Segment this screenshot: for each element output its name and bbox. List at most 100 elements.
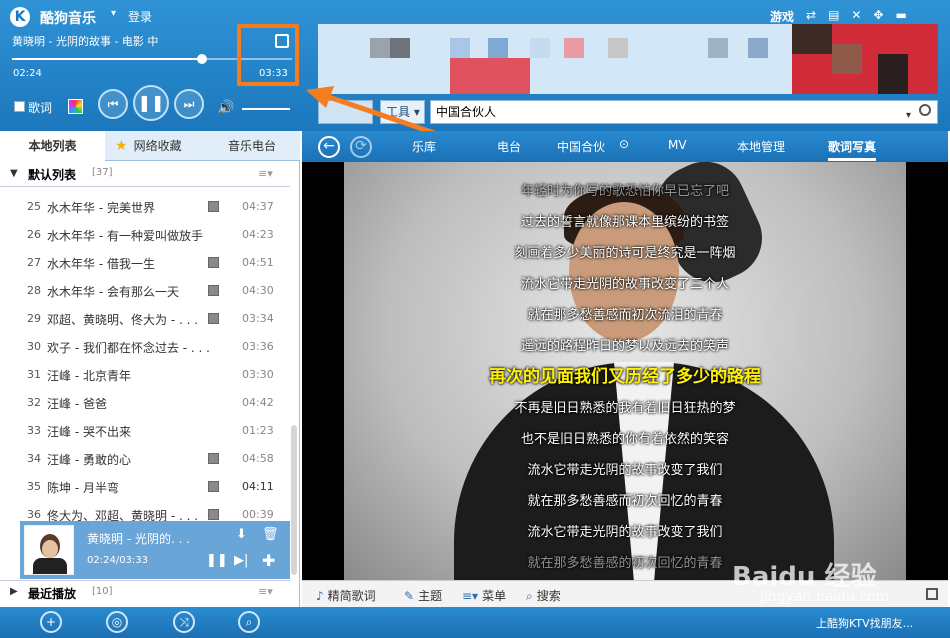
song-row[interactable]: 26 水木年华 - 有一种爱叫做放手 04:23 (0, 221, 290, 249)
recent-list-name: 最近播放 (28, 587, 77, 601)
add-songs-icon[interactable]: + (40, 611, 62, 633)
nav-tab[interactable]: 本地管理 (737, 138, 785, 155)
song-row[interactable]: 31 汪峰 - 北京青年 03:30 (0, 361, 290, 389)
search-input[interactable]: 中国合伙人 ▾ (430, 100, 938, 124)
lyric-search-button[interactable]: ⌕ 搜索 (526, 587, 561, 604)
song-row[interactable]: 34 汪峰 - 勇敢的心 04:58 (0, 445, 290, 473)
now-playing-card[interactable]: 黄晓明 - 光阴的. . . 02:24/03:33 ⬇ 🗑 ❚❚ ▶| ✚ (20, 521, 290, 579)
song-row[interactable]: 30 欢子 - 我们都在怀念过去 - . . . 03:36 (0, 333, 290, 361)
menu-caret-icon[interactable]: ▾ (111, 8, 116, 19)
expand-triangle-icon[interactable]: ▶ (10, 586, 18, 597)
mv-icon[interactable] (208, 257, 219, 268)
nav-tab[interactable]: 电台 (497, 138, 521, 155)
mv-icon[interactable] (208, 453, 219, 464)
mv-icon[interactable] (208, 201, 219, 212)
close-icon[interactable]: ✕ (851, 8, 861, 25)
default-list-name: 默认列表 (28, 168, 77, 182)
next-small-icon[interactable]: ▶| (234, 553, 248, 568)
tab-web-favorites[interactable]: ★ 网络收藏 (115, 131, 182, 161)
song-title: 邓超、黄晓明、佟大为 - . . . (47, 313, 199, 327)
download-icon[interactable]: ⬇ (236, 527, 247, 542)
mv-icon[interactable] (208, 481, 219, 492)
dropdown-circle-icon[interactable]: ⊙ (619, 137, 629, 151)
song-duration: 04:23 (242, 228, 274, 241)
pause-button[interactable]: ❚❚ (133, 85, 169, 121)
song-duration: 00:39 (242, 508, 274, 521)
list-menu-icon[interactable]: ≡▾ (258, 167, 273, 180)
tab-local-list[interactable]: 本地列表 (0, 131, 105, 161)
sidebar: 本地列表 ★ 网络收藏 音乐电台 ▼ 默认列表 [37] ≡▾ 25 水木年华 - … (0, 131, 300, 607)
pause-small-icon[interactable]: ❚❚ (206, 553, 228, 568)
search-history-caret-icon[interactable]: ▾ (906, 105, 911, 127)
recent-menu-icon[interactable]: ≡▾ (258, 585, 273, 598)
next-button[interactable]: ⏭ (174, 89, 204, 119)
scroll-thumb[interactable] (291, 425, 297, 575)
song-title: 汪峰 - 爸爸 (47, 397, 107, 411)
kugou-logo-icon[interactable]: K (10, 7, 30, 27)
history-button[interactable] (318, 100, 373, 124)
nav-tab[interactable]: 中国合伙 (557, 138, 605, 155)
find-icon[interactable]: ⌕ (238, 611, 260, 633)
recent-list-header[interactable]: ▶ 最近播放 [10] ≡▾ (0, 580, 290, 604)
simple-lyrics-button[interactable]: ♪ 精简歌词 (316, 587, 376, 604)
menu-label: 菜单 (482, 589, 507, 603)
nav-tab[interactable]: 歌词写真 (828, 138, 877, 161)
tools-button[interactable]: 工具 ▾ (380, 100, 425, 124)
nav-tab[interactable]: MV (668, 138, 687, 152)
song-row[interactable]: 28 水木年华 - 会有那么一天 04:30 (0, 277, 290, 305)
move-icon[interactable]: ✥ (873, 8, 883, 25)
search-input-value: 中国合伙人 (436, 105, 497, 119)
song-number: 28 (27, 284, 41, 297)
ktv-link[interactable]: 上酷狗KTV找朋友... (816, 615, 913, 631)
mv-icon[interactable] (208, 285, 219, 296)
song-row[interactable]: 33 汪峰 - 哭不出来 01:23 (0, 417, 290, 445)
lyric-toggle-label[interactable]: 歌词 (28, 99, 52, 116)
fullscreen-icon[interactable] (926, 588, 938, 600)
default-list-header[interactable]: ▼ 默认列表 [37] ≡▾ (0, 163, 290, 187)
mv-icon[interactable] (208, 509, 219, 520)
song-row[interactable]: 35 陈坤 - 月半弯 04:11 (0, 473, 290, 501)
song-title: 水木年华 - 借我一生 (47, 257, 155, 271)
minimize-icon[interactable]: ▬ (896, 8, 907, 25)
lyric-line: 不再是旧日熟悉的我有着旧日狂热的梦 (514, 401, 736, 416)
login-link[interactable]: 登录 (128, 8, 152, 25)
progress-knob[interactable] (197, 54, 208, 64)
volume-icon[interactable]: 🔊 (217, 100, 234, 116)
previous-button[interactable]: ⏮ (98, 89, 128, 119)
lyrics-icon: ♪ (316, 589, 324, 603)
song-row[interactable]: 29 邓超、黄晓明、佟大为 - . . . 03:34 (0, 305, 290, 333)
scrollbar[interactable] (290, 165, 298, 605)
default-list-count: [37] (92, 167, 113, 178)
theme-button[interactable]: ✎ 主题 (404, 587, 442, 604)
song-row[interactable]: 32 汪峰 - 爸爸 04:42 (0, 389, 290, 417)
menu-button[interactable]: ≡▾ 菜单 (462, 587, 506, 604)
locate-icon[interactable]: ◎ (106, 611, 128, 633)
lyric-checkbox[interactable] (14, 101, 25, 112)
mini-mode-icon[interactable]: ⇄ (806, 8, 816, 25)
lyric-photo-area: 年轻时为你写的歌恐怕你早已忘了吧 过去的誓言就像那课本里缤纷的书签 刻画着多少美丽的… (302, 162, 948, 580)
game-link[interactable]: 游戏 (770, 8, 794, 25)
song-row[interactable]: 27 水木年华 - 借我一生 04:51 (0, 249, 290, 277)
tab-favorites-label: 网络收藏 (133, 139, 182, 153)
search-small-icon: ⌕ (526, 589, 533, 603)
tab-music-radio[interactable]: 音乐电台 (228, 131, 276, 161)
refresh-icon[interactable]: ⟳ (350, 136, 372, 158)
back-arrow-icon[interactable]: ← (318, 136, 340, 158)
mv-icon[interactable] (208, 313, 219, 324)
tool-row: 工具 ▾ 中国合伙人 ▾ (318, 100, 938, 124)
ad-banner[interactable] (318, 24, 938, 94)
lyric-line: 流水它带走光阴的故事改变了我们 (527, 463, 723, 478)
song-row[interactable]: 25 水木年华 - 完美世界 04:37 (0, 193, 290, 221)
shuffle-icon[interactable]: ⤨ (173, 611, 195, 633)
collapse-triangle-icon[interactable]: ▼ (10, 168, 18, 179)
lyric-line: 流水它带走光阴的故事改变了我们 (527, 525, 723, 540)
main-menu-icon[interactable]: ▤ (828, 8, 839, 25)
delete-icon[interactable]: 🗑 (262, 527, 279, 542)
skin-palette-icon[interactable] (68, 99, 83, 114)
volume-slider[interactable] (242, 108, 290, 110)
song-title: 水木年华 - 完美世界 (47, 201, 155, 215)
search-icon[interactable] (919, 104, 931, 116)
add-icon[interactable]: ✚ (262, 551, 275, 570)
nav-tab[interactable]: 乐库 (412, 138, 436, 155)
song-duration: 03:30 (242, 368, 274, 381)
